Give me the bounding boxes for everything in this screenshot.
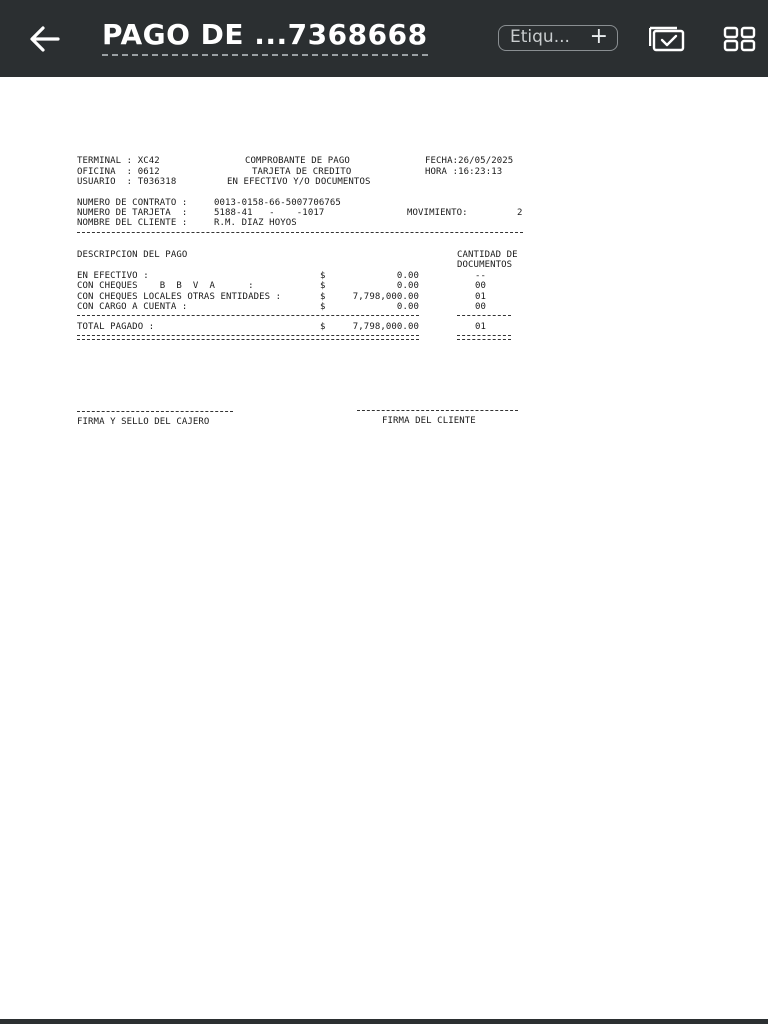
- bottom-edge: [0, 1019, 768, 1024]
- row-currency: $: [320, 292, 326, 302]
- total-amount: 7,798,000.00: [352, 322, 419, 332]
- separator-line: [77, 315, 419, 316]
- fecha-line: FECHA:26/05/2025: [425, 156, 514, 166]
- tarjeta-value: 5188-41 - -1017: [214, 208, 325, 218]
- row-currency: $: [320, 271, 326, 281]
- cliente-value: R.M. DIAZ HOYOS: [214, 218, 297, 228]
- row-docs: 01: [475, 292, 487, 302]
- total-docs: 01: [475, 322, 487, 332]
- row-docs: 00: [475, 302, 487, 312]
- contrato-label: NUMERO DE CONTRATO :: [77, 198, 188, 208]
- select-icon[interactable]: [649, 26, 685, 52]
- receipt-title-1: COMPROBANTE DE PAGO: [245, 156, 350, 166]
- app-header: PAGO DE ...7368668 Etiqu... +: [0, 0, 768, 77]
- row-amount: 7,798,000.00: [352, 292, 419, 302]
- double-underline: [77, 335, 419, 340]
- usuario-line: USUARIO : T036318: [77, 177, 177, 187]
- hora-line: HORA :16:23:13: [425, 167, 503, 177]
- tag-label: Etiqu...: [510, 27, 570, 47]
- receipt-title-3: EN EFECTIVO Y/O DOCUMENTOS: [227, 177, 371, 187]
- row-label: CON CHEQUES B B V A :: [77, 281, 254, 291]
- row-amount: 0.00: [396, 302, 419, 312]
- cliente-label: NOMBRE DEL CLIENTE :: [77, 218, 188, 228]
- back-arrow-icon[interactable]: [26, 22, 64, 56]
- double-underline: [457, 335, 511, 340]
- terminal-line: TERMINAL : XC42: [77, 156, 160, 166]
- row-amount: 0.00: [396, 271, 419, 281]
- row-label: CON CHEQUES LOCALES OTRAS ENTIDADES :: [77, 292, 282, 302]
- signature-line: [77, 411, 233, 412]
- signature-line: [357, 410, 518, 411]
- add-tag-icon: +: [589, 24, 608, 49]
- contrato-value: 0013-0158-66-5007706765: [214, 198, 341, 208]
- oficina-line: OFICINA : 0612: [77, 167, 160, 177]
- cantidad-header-2: DOCUMENTOS: [457, 260, 513, 270]
- movimiento-label: MOVIMIENTO:: [407, 208, 468, 218]
- row-docs: 00: [475, 281, 487, 291]
- total-currency: $: [320, 322, 326, 332]
- row-currency: $: [320, 302, 326, 312]
- separator-line: [457, 315, 511, 316]
- receipt-title-2: TARJETA DE CREDITO: [252, 167, 352, 177]
- firma-cliente: FIRMA DEL CLIENTE: [382, 416, 476, 426]
- descripcion-header: DESCRIPCION DEL PAGO: [77, 250, 188, 260]
- cantidad-header-1: CANTIDAD DE: [457, 250, 518, 260]
- row-currency: $: [320, 281, 326, 291]
- grid-view-icon[interactable]: [723, 26, 757, 52]
- row-label: EN EFECTIVO :: [77, 271, 149, 281]
- separator-line: [77, 232, 523, 233]
- row-docs: --: [475, 271, 487, 281]
- tarjeta-label: NUMERO DE TARJETA :: [77, 208, 188, 218]
- row-label: CON CARGO A CUENTA :: [77, 302, 188, 312]
- document-title[interactable]: PAGO DE ...7368668: [102, 18, 428, 56]
- row-amount: 0.00: [396, 281, 419, 291]
- firma-cajero: FIRMA Y SELLO DEL CAJERO: [77, 417, 210, 427]
- movimiento-value: 2: [517, 208, 523, 218]
- tag-button[interactable]: Etiqu... +: [498, 25, 618, 51]
- total-label: TOTAL PAGADO :: [77, 322, 155, 332]
